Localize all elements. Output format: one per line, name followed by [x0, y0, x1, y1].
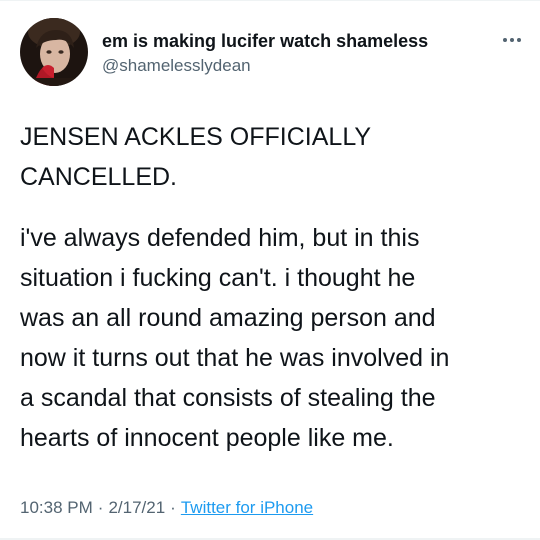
tweet-metadata: 10:38 PM · 2/17/21 · Twitter for iPhone [20, 498, 313, 518]
body-line: hearts of innocent people like me. [20, 424, 394, 452]
headline-line: JENSEN ACKLES OFFICIALLY [20, 123, 372, 151]
avatar[interactable] [20, 18, 88, 86]
author-handle[interactable]: @shamelesslydean [102, 56, 251, 76]
body-line: was an all round amazing person and [20, 304, 436, 332]
source-link[interactable]: Twitter for iPhone [181, 498, 313, 517]
separator-dot: · [170, 498, 176, 517]
tweet-body: i've always defended him, but in this si… [20, 218, 525, 458]
headline-line: CANCELLED. [20, 163, 177, 191]
tweet-time[interactable]: 10:38 PM [20, 498, 93, 517]
body-line: a scandal that consists of stealing the [20, 384, 436, 412]
top-divider [0, 0, 540, 1]
separator-dot: · [97, 498, 104, 517]
body-line: now it turns out that he was involved in [20, 344, 450, 372]
tweet-date[interactable]: 2/17/21 [108, 498, 165, 517]
more-horizontal-icon [503, 38, 521, 42]
body-line: situation i fucking can't. i thought he [20, 264, 416, 292]
tweet-headline: JENSEN ACKLES OFFICIALLY CANCELLED. [20, 117, 520, 197]
avatar-image [20, 18, 88, 86]
body-line: i've always defended him, but in this [20, 224, 420, 252]
author-display-name[interactable]: em is making lucifer watch shameless [102, 31, 428, 52]
tweet-card: em is making lucifer watch shameless @sh… [0, 0, 540, 540]
more-button[interactable] [497, 30, 527, 50]
